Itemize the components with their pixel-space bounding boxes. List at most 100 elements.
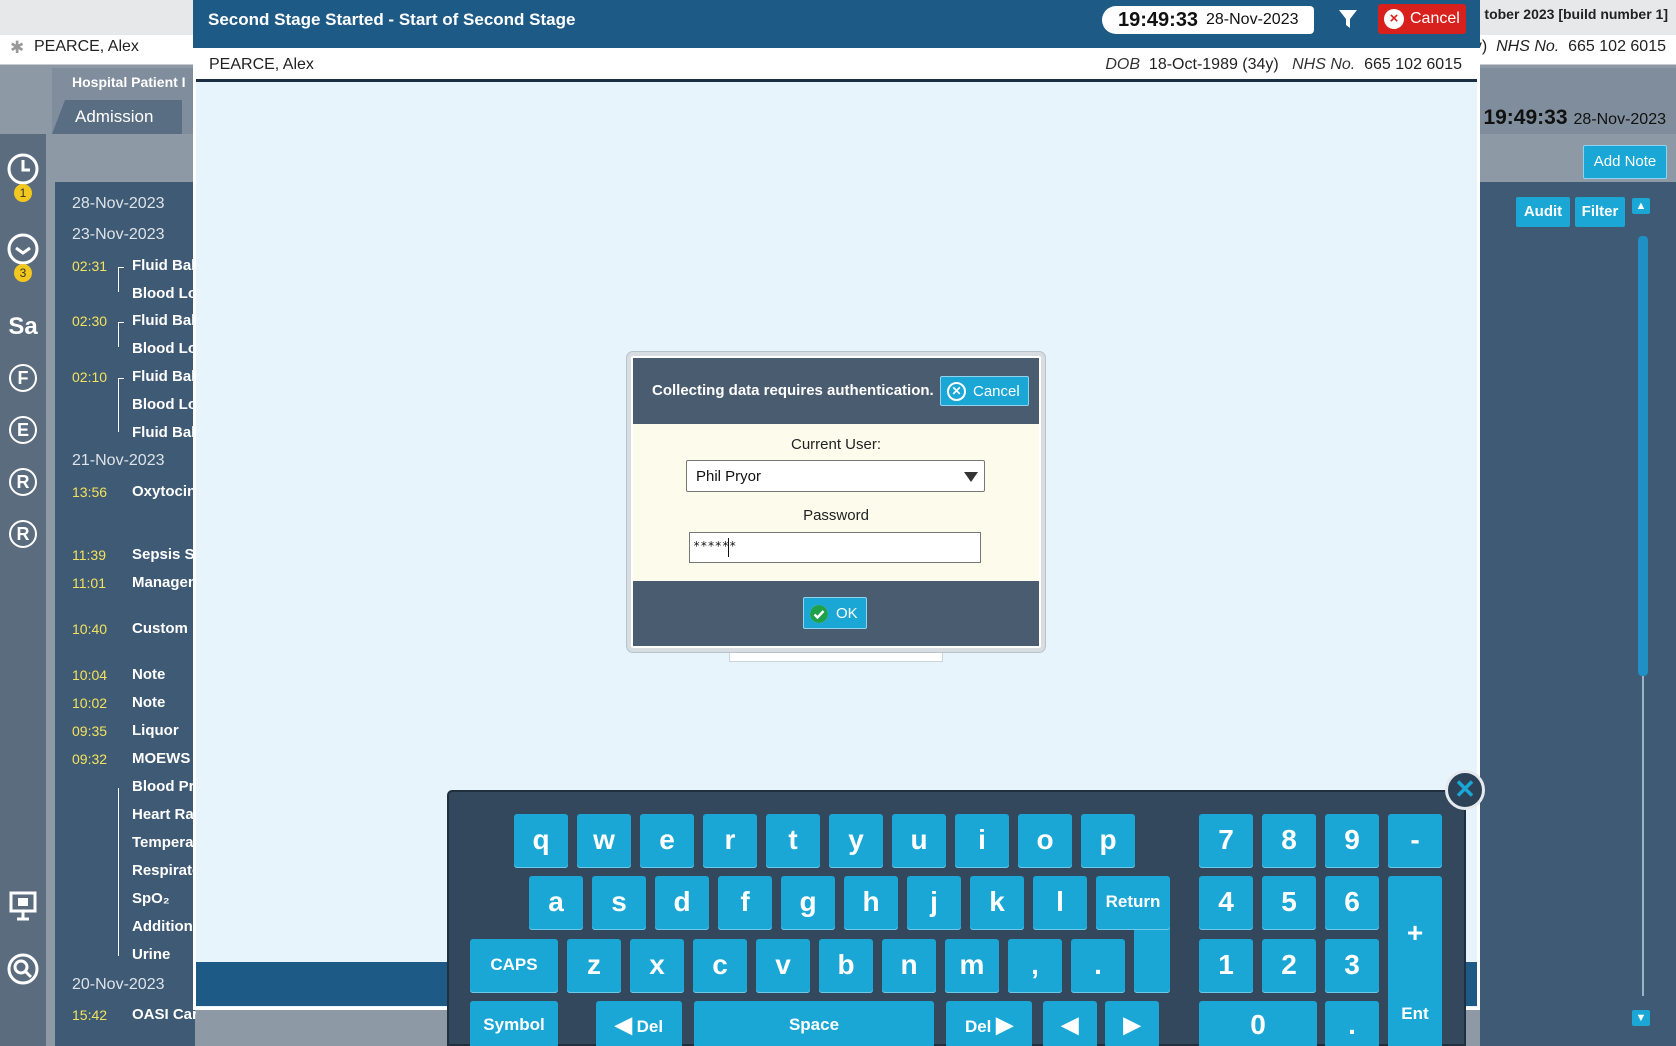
form-cancel-label: Cancel	[1410, 10, 1460, 27]
key-delete-right[interactable]: Del ▶	[946, 1001, 1032, 1046]
form-patient-name: PEARCE, Alex	[209, 56, 314, 73]
filter-button[interactable]: Filter	[1575, 197, 1625, 227]
key-n[interactable]: n	[882, 939, 936, 993]
timeline-item[interactable]: Blood Lo	[132, 340, 196, 357]
key-u[interactable]: u	[892, 814, 946, 868]
text-caret	[728, 538, 729, 557]
timeline-item[interactable]: Custom F	[132, 620, 196, 637]
key-q[interactable]: q	[514, 814, 568, 868]
key-return[interactable]: Return	[1096, 876, 1170, 930]
key-o[interactable]: o	[1018, 814, 1072, 868]
key-num-minus[interactable]: -	[1388, 814, 1442, 868]
key-h[interactable]: h	[844, 876, 898, 930]
timeline-time: 10:40	[72, 621, 108, 637]
form-patient-info: DOB 18-Oct-1989 (34y) NHS No. 665 102 60…	[1105, 56, 1462, 74]
timeline-item[interactable]: Fluid Bala	[132, 368, 196, 385]
key-delete-left[interactable]: ◀ Del	[596, 1001, 682, 1046]
sidebar-f[interactable]: F	[9, 364, 37, 392]
timeline-item[interactable]: Respirato	[132, 862, 196, 879]
timeline-item[interactable]: Managem	[132, 574, 196, 591]
key-z[interactable]: z	[567, 939, 621, 993]
key-comma[interactable]: ,	[1008, 939, 1062, 993]
key-f[interactable]: f	[718, 876, 772, 930]
key-r[interactable]: r	[703, 814, 757, 868]
timeline-item[interactable]: Fluid Bala	[132, 257, 196, 274]
timeline-item[interactable]: Fluid Bala	[132, 424, 196, 441]
timeline-item[interactable]: OASI Care Bundle	[132, 1006, 196, 1023]
key-e[interactable]: e	[640, 814, 694, 868]
timeline-item[interactable]: Sepsis Si	[132, 546, 196, 563]
timeline-item[interactable]: Note	[132, 666, 196, 683]
scroll-down-button[interactable]: ▼	[1632, 1010, 1650, 1026]
auth-cancel-button[interactable]: ✕ Cancel	[940, 376, 1029, 406]
key-l[interactable]: l	[1033, 876, 1087, 930]
timeline-item[interactable]: Blood Pre	[132, 778, 196, 795]
key-num-9[interactable]: 9	[1325, 814, 1379, 868]
presentation-icon[interactable]	[0, 890, 46, 926]
timeline-item[interactable]: Temperat	[132, 834, 196, 851]
timeline-item[interactable]: Blood Lo	[132, 396, 196, 413]
key-enter[interactable]: Ent	[1388, 979, 1442, 1046]
key-num-6[interactable]: 6	[1325, 876, 1379, 930]
key-num-3[interactable]: 3	[1325, 939, 1379, 993]
key-symbol[interactable]: Symbol	[470, 1001, 558, 1046]
key-m[interactable]: m	[945, 939, 999, 993]
key-return-stem[interactable]	[1134, 926, 1170, 993]
key-num-plus[interactable]: +	[1388, 876, 1442, 992]
timeline-item[interactable]: SpO₂	[132, 890, 196, 907]
key-j[interactable]: j	[907, 876, 961, 930]
key-space[interactable]: Space	[694, 1001, 934, 1046]
sidebar-e[interactable]: E	[9, 416, 37, 444]
search-icon[interactable]	[0, 952, 46, 990]
key-k[interactable]: k	[970, 876, 1024, 930]
key-s[interactable]: s	[592, 876, 646, 930]
timeline-item[interactable]: Fluid Bala	[132, 312, 196, 329]
key-a[interactable]: a	[529, 876, 583, 930]
scroll-up-button[interactable]: ▲	[1632, 198, 1650, 214]
timeline-item[interactable]: Liquor	[132, 722, 196, 739]
form-clock[interactable]: 19:49:33 28-Nov-2023	[1102, 6, 1314, 34]
form-cancel-button[interactable]: × Cancel	[1378, 4, 1466, 34]
key-num-7[interactable]: 7	[1199, 814, 1253, 868]
key-w[interactable]: w	[577, 814, 631, 868]
add-note-button[interactable]: Add Note	[1583, 145, 1667, 179]
audit-button[interactable]: Audit	[1516, 197, 1570, 227]
key-cursor-left[interactable]: ◀	[1043, 1001, 1097, 1046]
key-g[interactable]: g	[781, 876, 835, 930]
key-num-8[interactable]: 8	[1262, 814, 1316, 868]
ok-button[interactable]: OK	[803, 597, 867, 629]
sidebar-r1[interactable]: R	[9, 468, 37, 496]
timeline-item[interactable]: Oxytocin	[132, 483, 196, 500]
key-cursor-right[interactable]: ▶	[1105, 1001, 1159, 1046]
sidebar-sa[interactable]: Sa	[0, 313, 46, 341]
key-t[interactable]: t	[766, 814, 820, 868]
key-num-2[interactable]: 2	[1262, 939, 1316, 993]
key-v[interactable]: v	[756, 939, 810, 993]
key-x[interactable]: x	[630, 939, 684, 993]
current-user-select[interactable]: Phil Pryor	[686, 460, 985, 492]
key-period[interactable]: .	[1071, 939, 1125, 993]
key-c[interactable]: c	[693, 939, 747, 993]
sidebar-r2[interactable]: R	[9, 520, 37, 548]
key-b[interactable]: b	[819, 939, 873, 993]
key-num-1[interactable]: 1	[1199, 939, 1253, 993]
key-y[interactable]: y	[829, 814, 883, 868]
timeline-item[interactable]: Urine	[132, 946, 196, 963]
key-num-4[interactable]: 4	[1199, 876, 1253, 930]
key-num-5[interactable]: 5	[1262, 876, 1316, 930]
timeline-item[interactable]: Heart Rat	[132, 806, 196, 823]
timeline-item[interactable]: Note	[132, 694, 196, 711]
scrollbar-thumb[interactable]	[1638, 236, 1648, 676]
password-field[interactable]: ******	[689, 532, 981, 563]
keyboard-close-icon[interactable]: ✕	[1445, 770, 1485, 810]
timeline-item[interactable]: Blood Lo	[132, 285, 196, 302]
timeline-item[interactable]: Additiona	[132, 918, 196, 935]
key-p[interactable]: p	[1081, 814, 1135, 868]
key-d[interactable]: d	[655, 876, 709, 930]
key-caps[interactable]: CAPS	[470, 939, 558, 993]
key-i[interactable]: i	[955, 814, 1009, 868]
timeline-item[interactable]: MOEWS	[132, 750, 196, 767]
key-num-0[interactable]: 0	[1199, 1001, 1317, 1046]
key-num-decimal[interactable]: .	[1325, 1001, 1379, 1046]
filter-funnel-icon[interactable]	[1338, 8, 1358, 30]
